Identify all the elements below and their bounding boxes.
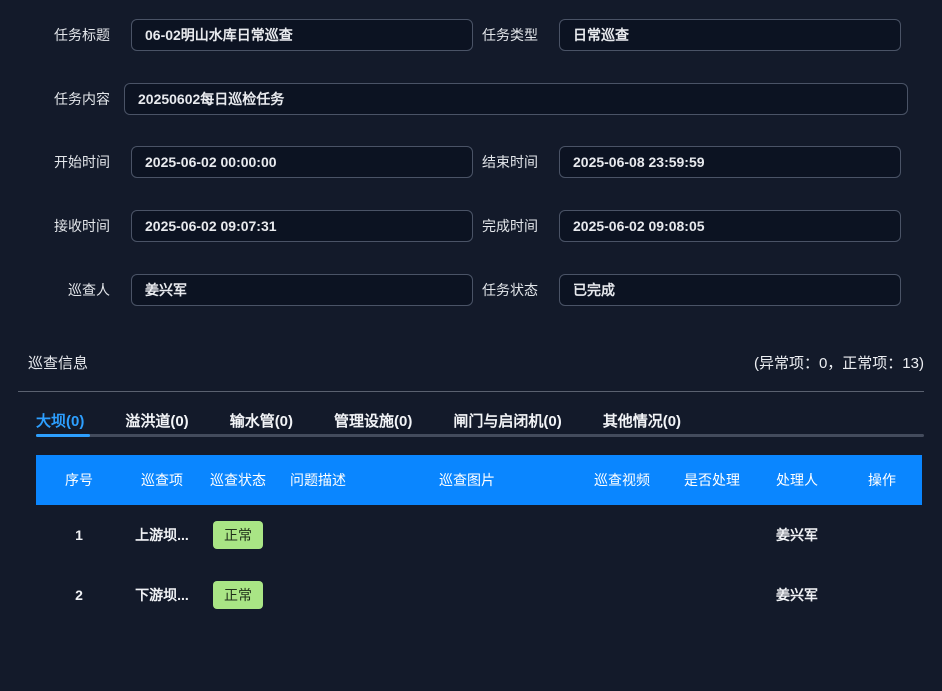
header-action: 操作 [842,470,922,490]
cell-index: 2 [36,587,122,603]
task-title-label: 任务标题 [18,19,110,51]
finish-time-input[interactable] [559,210,901,242]
finish-time-label: 完成时间 [446,210,538,242]
inspection-info-title: 巡查信息 [28,352,88,373]
end-time-input[interactable] [559,146,901,178]
cell-item: 上游坝... [122,525,202,545]
tab-gate-hoist[interactable]: 闸门与启闭机(0) [453,410,561,431]
tab-water-pipe[interactable]: 输水管(0) [230,410,293,431]
receive-time-input[interactable] [131,210,473,242]
inspection-count-summary: (异常项：0，正常项：13) [754,352,924,373]
receive-time-label: 接收时间 [18,210,110,242]
header-handler: 处理人 [752,470,842,490]
header-status: 巡查状态 [202,470,274,490]
inspector-input[interactable] [131,274,473,306]
inspection-table: 序号 巡查项 巡查状态 问题描述 巡查图片 巡查视频 是否处理 处理人 操作 1… [36,455,922,625]
cell-item: 下游坝... [122,585,202,605]
table-row: 1 上游坝... 正常 姜兴军 [36,505,922,565]
tab-management-facility[interactable]: 管理设施(0) [334,410,412,431]
tab-track [36,434,924,437]
table-header-row: 序号 巡查项 巡查状态 问题描述 巡查图片 巡查视频 是否处理 处理人 操作 [36,455,922,505]
cell-handler: 姜兴军 [752,525,842,545]
header-index: 序号 [36,470,122,490]
active-tab-indicator [36,434,90,437]
header-image: 巡查图片 [362,470,572,490]
cell-status: 正常 [202,581,274,609]
task-content-label: 任务内容 [18,83,110,115]
task-status-input[interactable] [559,274,901,306]
tab-dam[interactable]: 大坝(0) [36,410,84,431]
task-status-label: 任务状态 [446,274,538,306]
tab-spillway[interactable]: 溢洪道(0) [125,410,188,431]
inspector-label: 巡查人 [18,274,110,306]
header-problem: 问题描述 [274,470,362,490]
cell-index: 1 [36,527,122,543]
header-video: 巡查视频 [572,470,672,490]
end-time-label: 结束时间 [446,146,538,178]
task-title-input[interactable] [131,19,473,51]
header-handled: 是否处理 [672,470,752,490]
cell-handler: 姜兴军 [752,585,842,605]
inspection-tabs: 大坝(0) 溢洪道(0) 输水管(0) 管理设施(0) 闸门与启闭机(0) 其他… [36,410,681,431]
start-time-input[interactable] [131,146,473,178]
task-content-input[interactable] [124,83,908,115]
tab-other[interactable]: 其他情况(0) [603,410,681,431]
status-badge: 正常 [213,521,263,549]
status-badge: 正常 [213,581,263,609]
start-time-label: 开始时间 [18,146,110,178]
header-item: 巡查项 [122,470,202,490]
table-row: 2 下游坝... 正常 姜兴军 [36,565,922,625]
section-divider [18,391,924,392]
cell-status: 正常 [202,521,274,549]
task-type-input[interactable] [559,19,901,51]
task-type-label: 任务类型 [446,19,538,51]
